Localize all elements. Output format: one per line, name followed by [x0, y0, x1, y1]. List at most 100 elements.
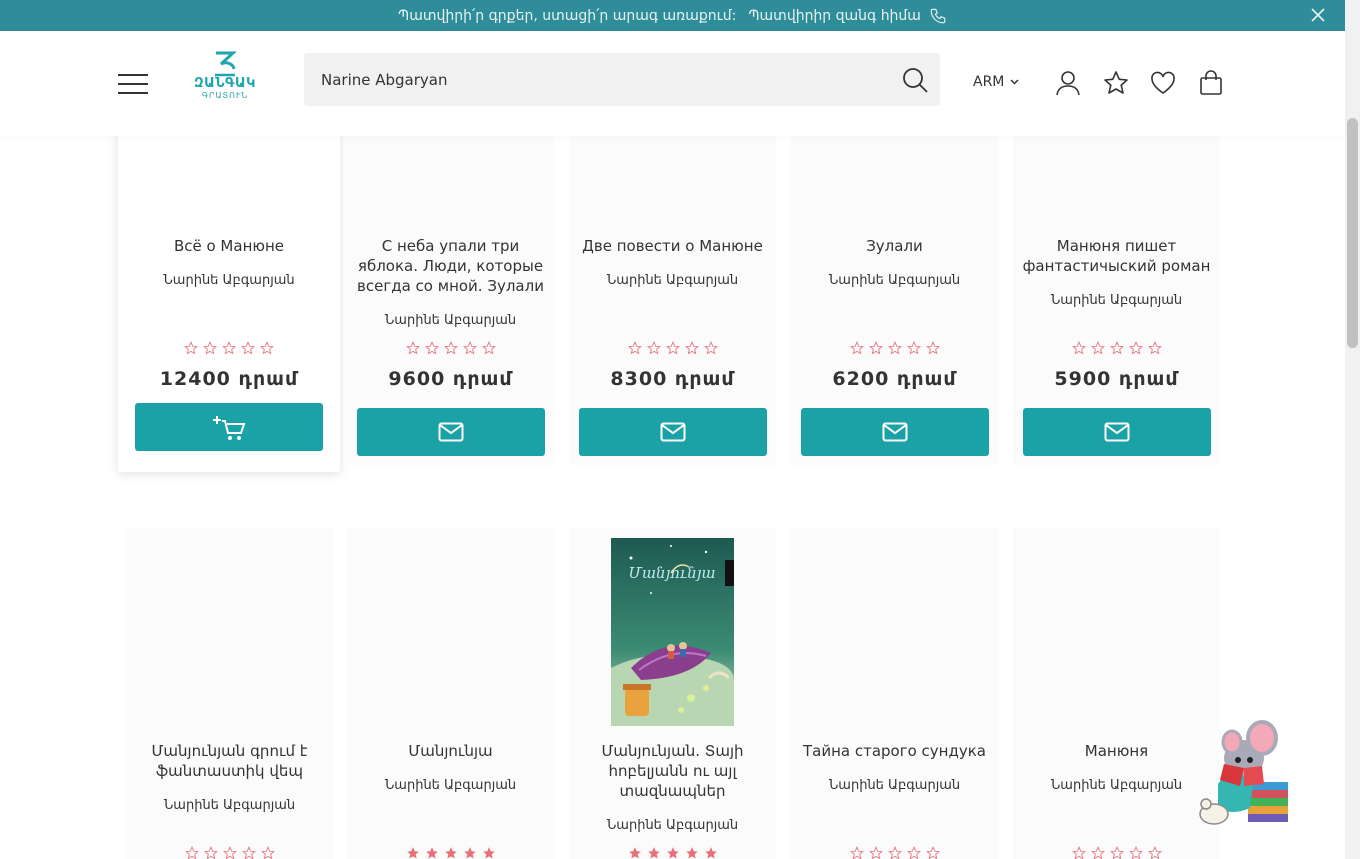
star-empty-icon — [684, 341, 699, 355]
star-empty-icon — [481, 341, 496, 355]
announcement-bar: Պատվիրի՛ր գրքեր, ստացի՛ր արագ առաքում: Պ… — [0, 0, 1345, 31]
star-filled-icon — [444, 847, 457, 859]
star-empty-icon — [1071, 341, 1086, 355]
rating-stars — [347, 846, 554, 859]
star-filled-icon — [425, 847, 438, 859]
star-empty-icon — [665, 341, 680, 355]
product-author[interactable]: Նարինե Աբգարյան — [573, 818, 772, 833]
book-cover-illustration: Մանյունյա — [611, 538, 734, 726]
rating-stars — [118, 341, 340, 355]
language-selector[interactable]: ARM — [973, 74, 1019, 90]
heart-icon[interactable] — [1150, 70, 1176, 96]
rating-stars — [569, 846, 776, 859]
star-empty-icon — [443, 341, 458, 355]
product-author[interactable]: Նարինե Աբգարյան — [795, 273, 994, 288]
star-empty-icon — [1090, 846, 1105, 859]
language-label[interactable]: ARM — [973, 74, 1004, 90]
star-empty-icon — [1128, 341, 1143, 355]
product-price: 8300 դրամ — [610, 368, 735, 390]
star-empty-icon — [868, 341, 883, 355]
product-title[interactable]: Две повести о Манюне — [575, 236, 770, 256]
product-card[interactable]: Тайна старого сундука Նարինե Աբգարյան — [791, 528, 998, 859]
close-icon[interactable] — [1311, 8, 1325, 22]
star-empty-icon — [627, 341, 642, 355]
product-card[interactable]: Մանյունյան գրում է ֆանտաստիկ վեպ Նարինե … — [126, 528, 333, 859]
star-empty-icon — [703, 341, 718, 355]
product-author[interactable]: Նարինե Աբգարյան — [130, 798, 329, 813]
product-title[interactable]: С неба упали три яблока. Люди, которые в… — [353, 236, 548, 296]
star-empty-icon — [462, 341, 477, 355]
envelope-icon — [882, 422, 908, 442]
star-filled-icon — [704, 847, 717, 859]
product-card[interactable]: Մանյունյա Մանյունյան. Տայի հոբելյանն ու … — [569, 528, 776, 859]
announcement-message: Պատվիրի՛ր գրքեր, ստացի՛ր արագ առաքում: — [398, 7, 737, 24]
scrollbar-thumb[interactable] — [1347, 118, 1358, 348]
notify-button[interactable] — [1023, 408, 1211, 456]
cart-plus-icon — [213, 416, 246, 440]
product-title[interactable]: Մանյունյան. Տայի հոբելյանն ու այլ տազնապ… — [575, 741, 770, 801]
product-title[interactable]: Тайна старого сундука — [797, 741, 992, 761]
star-empty-icon — [184, 341, 198, 355]
user-icon[interactable] — [1055, 70, 1081, 96]
search-bar — [304, 53, 940, 106]
star-empty-icon — [241, 341, 255, 355]
product-author[interactable]: Նարինե Աբգարյան — [795, 778, 994, 793]
menu-icon[interactable] — [118, 74, 148, 94]
product-title[interactable]: Манюня — [1019, 741, 1214, 761]
call-request-link[interactable]: Պատվիրիր զանգ հիմա — [748, 7, 947, 25]
search-input[interactable] — [304, 53, 874, 106]
star-empty-icon — [887, 341, 902, 355]
star-filled-icon — [628, 847, 641, 859]
star-empty-icon — [925, 846, 940, 859]
product-author[interactable]: Նարինե Աբգարյան — [573, 273, 772, 288]
envelope-icon — [660, 422, 686, 442]
scrollbar-track[interactable] — [1345, 0, 1360, 859]
product-title[interactable]: Всё о Манюне — [124, 236, 334, 256]
star-empty-icon — [1071, 846, 1086, 859]
chevron-down-icon — [1010, 79, 1019, 85]
search-icon[interactable] — [902, 67, 928, 93]
product-author[interactable]: Նարինե Աբգարյան — [1017, 293, 1216, 308]
star-empty-icon — [222, 846, 237, 859]
notify-button[interactable] — [579, 408, 767, 456]
product-price: 12400 դրամ — [159, 368, 299, 390]
book-cover[interactable]: Մանյունյա — [611, 538, 734, 726]
product-price: 6200 դրամ — [832, 368, 957, 390]
star-empty-icon — [184, 846, 199, 859]
envelope-icon — [1104, 422, 1130, 442]
rating-stars — [1013, 341, 1220, 355]
notify-button[interactable] — [801, 408, 989, 456]
star-favorites-icon[interactable] — [1103, 70, 1129, 96]
notify-button[interactable] — [357, 408, 545, 456]
call-request-label[interactable]: Պատվիրիր զանգ հիմա — [748, 8, 921, 24]
product-author[interactable]: Նարինե Աբգարյան — [122, 273, 336, 288]
mascot-reading-icon[interactable] — [1198, 718, 1294, 828]
logo-subtitle: ԳՐԱՏՈՒՆ — [201, 91, 249, 100]
star-empty-icon — [260, 846, 275, 859]
rating-stars — [347, 341, 554, 355]
star-empty-icon — [925, 341, 940, 355]
product-author[interactable]: Նարինե Աբգարյան — [351, 778, 550, 793]
star-empty-icon — [1109, 341, 1124, 355]
star-empty-icon — [849, 846, 864, 859]
star-empty-icon — [405, 341, 420, 355]
add-to-cart-button[interactable] — [135, 403, 323, 451]
shopping-bag-icon[interactable] — [1198, 70, 1224, 96]
star-empty-icon — [222, 341, 236, 355]
product-author[interactable]: Նարինե Աբգարյան — [1017, 778, 1216, 793]
product-title[interactable]: Մանյունյան գրում է ֆանտաստիկ վեպ — [132, 741, 327, 781]
star-empty-icon — [849, 341, 864, 355]
logo[interactable]: ԶԱՆԳԱԿ ԳՐԱՏՈՒՆ — [190, 51, 260, 117]
logo-mark-icon — [215, 51, 237, 77]
product-card[interactable]: Մանյունյա Նարինե Աբգարյան — [347, 528, 554, 859]
product-card[interactable]: Манюня Նարինե Աբգարյան — [1013, 528, 1220, 859]
svg-text:Մանյունյա: Մանյունյա — [628, 564, 715, 582]
rating-stars — [791, 846, 998, 859]
product-title[interactable]: Մանյունյա — [353, 741, 548, 761]
product-title[interactable]: Манюня пишет фантастичыский роман — [1019, 236, 1214, 276]
product-title[interactable]: Зулали — [797, 236, 992, 256]
star-empty-icon — [887, 846, 902, 859]
product-author[interactable]: Նարինե Աբգարյան — [351, 313, 550, 328]
rating-stars — [1013, 846, 1220, 859]
rating-stars — [569, 341, 776, 355]
